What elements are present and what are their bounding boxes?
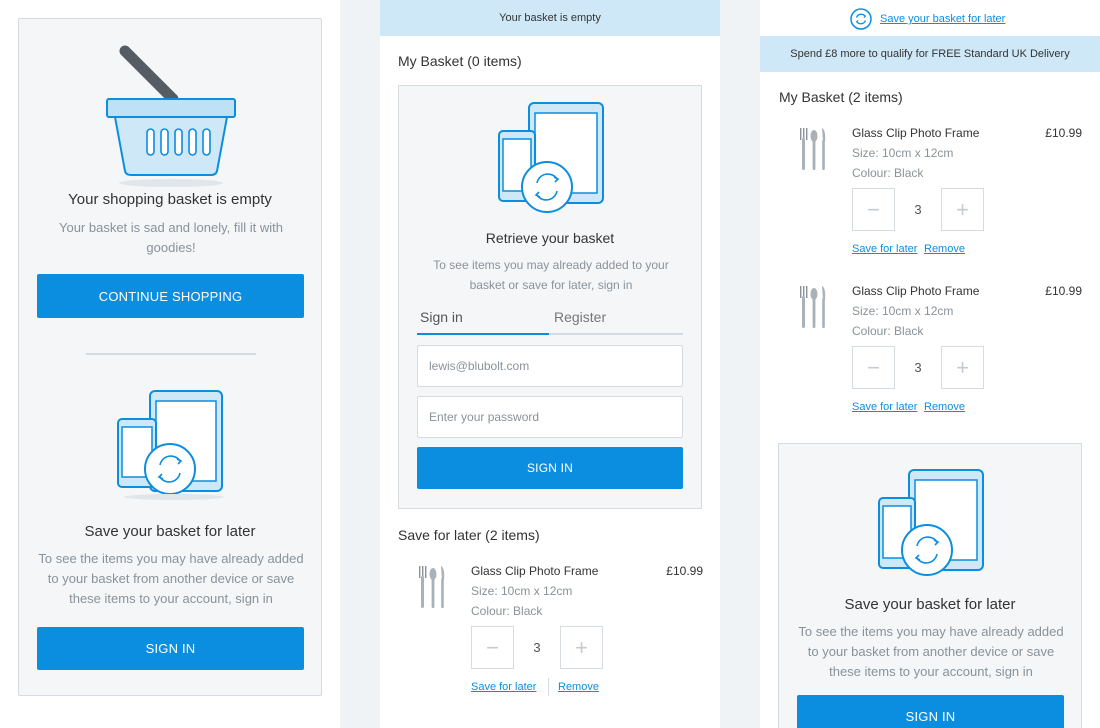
item-price: £10.99 — [666, 564, 703, 578]
sign-in-button[interactable]: SIGN IN — [37, 627, 304, 670]
empty-basket-banner: Your basket is empty — [380, 0, 720, 36]
item-size: Size: 10cm x 12cm — [852, 304, 954, 318]
save-basket-link-label: Save your basket for later — [880, 13, 1006, 25]
sign-in-button[interactable]: SIGN IN — [417, 447, 683, 489]
item-name: Glass Clip Photo Frame — [471, 564, 599, 578]
sync-icon — [850, 8, 872, 30]
remove-link[interactable]: Remove — [924, 243, 965, 255]
item-name: Glass Clip Photo Frame — [852, 284, 980, 298]
save-basket-title: Save your basket for later — [84, 523, 256, 540]
devices-sync-icon — [878, 469, 984, 576]
item-colour: Colour: Black — [852, 324, 924, 338]
save-for-later-link[interactable]: Save for later — [852, 243, 917, 255]
retrieve-basket-title: Retrieve your basket — [485, 230, 615, 246]
save-basket-text: To see the items you may have already ad… — [798, 624, 1064, 679]
quantity-value: 3 — [914, 202, 922, 217]
item-colour: Colour: Black — [471, 604, 543, 618]
continue-shopping-button[interactable]: CONTINUE SHOPPING — [37, 274, 304, 318]
save-basket-box: Save your basket for later To see the it… — [778, 443, 1082, 728]
basket-signin-panel: Your basket is empty My Basket (0 items)… — [380, 0, 720, 728]
empty-basket-title: Your shopping basket is empty — [68, 191, 272, 208]
item-price: £10.99 — [1045, 284, 1082, 298]
tab-active-indicator — [417, 333, 549, 335]
tab-register[interactable]: Register — [554, 309, 606, 325]
save-basket-link[interactable]: Save your basket for later — [850, 8, 1005, 30]
divider — [86, 353, 256, 355]
devices-sync-icon — [498, 102, 604, 213]
quantity-increase-button[interactable]: + — [941, 346, 984, 389]
quantity-increase-button[interactable]: + — [941, 188, 984, 231]
link-divider — [548, 678, 549, 696]
cutlery-icon — [800, 128, 826, 170]
delivery-banner: Spend £8 more to qualify for FREE Standa… — [760, 36, 1100, 72]
quantity-value: 3 — [533, 640, 541, 655]
quantity-decrease-button[interactable]: − — [852, 188, 895, 231]
quantity-decrease-button[interactable]: − — [852, 346, 895, 389]
list-item: Glass Clip Photo Frame £10.99 Size: 10cm… — [416, 564, 703, 714]
shopping-basket-icon — [106, 45, 236, 187]
remove-link[interactable]: Remove — [558, 681, 599, 693]
devices-sync-icon — [117, 390, 224, 500]
item-size: Size: 10cm x 12cm — [471, 584, 573, 598]
item-size: Size: 10cm x 12cm — [852, 146, 954, 160]
gutter-right — [720, 0, 760, 728]
quantity-value: 3 — [914, 360, 922, 375]
basket-heading: My Basket (2 items) — [779, 89, 903, 105]
quantity-increase-button[interactable]: + — [560, 626, 603, 669]
sign-in-button[interactable]: SIGN IN — [797, 695, 1064, 728]
quantity-decrease-button[interactable]: − — [471, 626, 514, 669]
empty-basket-panel: Your shopping basket is empty Your baske… — [18, 18, 322, 696]
save-basket-title: Save your basket for later — [844, 596, 1016, 613]
empty-basket-subtitle: Your basket is sad and lonely, fill it w… — [58, 220, 283, 255]
list-item: Glass Clip Photo Frame £10.99 Size: 10cm… — [797, 284, 1082, 434]
save-for-later-heading: Save for later (2 items) — [398, 527, 540, 543]
tab-sign-in[interactable]: Sign in — [420, 309, 463, 325]
email-field[interactable]: lewis@blubolt.com — [417, 345, 683, 387]
cutlery-icon — [419, 566, 445, 608]
remove-link[interactable]: Remove — [924, 401, 965, 413]
save-for-later-link[interactable]: Save for later — [852, 401, 917, 413]
save-for-later-link[interactable]: Save for later — [471, 681, 536, 693]
gutter-left — [340, 0, 380, 728]
retrieve-basket-box: Retrieve your basket To see items you ma… — [398, 85, 702, 509]
item-colour: Colour: Black — [852, 166, 924, 180]
item-price: £10.99 — [1045, 126, 1082, 140]
password-field[interactable]: Enter your password — [417, 396, 683, 438]
list-item: Glass Clip Photo Frame £10.99 Size: 10cm… — [797, 126, 1082, 276]
item-name: Glass Clip Photo Frame — [852, 126, 980, 140]
save-basket-text: To see the items you may have already ad… — [38, 551, 304, 606]
basket-heading: My Basket (0 items) — [398, 53, 522, 69]
basket-items-panel: Save your basket for later Spend £8 more… — [760, 0, 1100, 728]
cutlery-icon — [800, 286, 826, 328]
retrieve-basket-text: To see items you may already added to yo… — [433, 258, 669, 292]
